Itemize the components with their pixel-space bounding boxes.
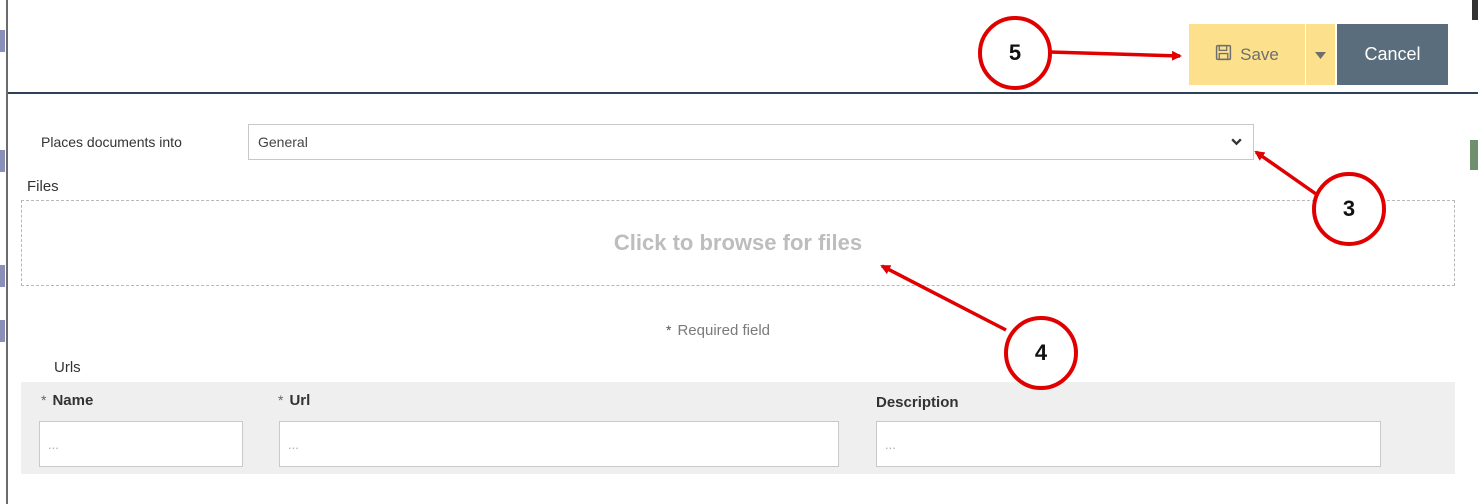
chevron-down-icon[interactable] bbox=[1230, 135, 1243, 151]
places-documents-label: Places documents into bbox=[41, 134, 182, 150]
url-column-text: Url bbox=[289, 392, 311, 409]
cancel-button[interactable]: Cancel bbox=[1337, 24, 1448, 85]
dropzone-text: Click to browse for files bbox=[613, 230, 863, 255]
required-asterisk: * bbox=[666, 322, 672, 338]
required-asterisk: * bbox=[41, 392, 47, 408]
places-documents-select[interactable]: General bbox=[248, 124, 1254, 160]
caret-down-icon bbox=[1315, 47, 1326, 62]
arrow-to-save bbox=[1049, 50, 1182, 61]
edge-marker bbox=[0, 150, 5, 172]
callout-3: 3 bbox=[1312, 172, 1386, 246]
url-description-input[interactable] bbox=[876, 421, 1381, 467]
save-button-label: Save bbox=[1240, 44, 1279, 64]
edge-marker bbox=[0, 30, 5, 52]
required-field-note: * Required field bbox=[666, 322, 770, 339]
required-asterisk: * bbox=[278, 392, 284, 408]
places-documents-value: General bbox=[258, 134, 308, 150]
arrow-to-select-chevron bbox=[1254, 150, 1318, 196]
urls-panel: * Name * Url Description bbox=[21, 382, 1455, 474]
url-input[interactable] bbox=[279, 421, 839, 467]
files-label: Files bbox=[27, 178, 59, 195]
window-right-edge-top bbox=[1472, 0, 1478, 20]
save-options-button[interactable] bbox=[1306, 24, 1335, 85]
window-left-edge bbox=[0, 0, 8, 504]
edge-marker bbox=[0, 265, 5, 287]
callout-5: 5 bbox=[978, 16, 1052, 90]
required-field-text: Required field bbox=[677, 322, 771, 339]
description-column-label: Description bbox=[876, 394, 959, 411]
header-divider bbox=[8, 92, 1478, 94]
edge-marker bbox=[0, 320, 5, 342]
name-column-label: * Name bbox=[41, 392, 93, 409]
url-column-label: * Url bbox=[278, 392, 310, 409]
urls-section-label: Urls bbox=[54, 359, 81, 376]
save-button[interactable]: Save bbox=[1189, 24, 1305, 85]
file-dropzone[interactable]: Click to browse for files bbox=[21, 200, 1455, 286]
url-name-input[interactable] bbox=[39, 421, 243, 467]
window-right-edge-mark bbox=[1470, 140, 1478, 170]
name-column-text: Name bbox=[52, 392, 94, 409]
callout-4: 4 bbox=[1004, 316, 1078, 390]
floppy-disk-icon bbox=[1215, 44, 1232, 66]
